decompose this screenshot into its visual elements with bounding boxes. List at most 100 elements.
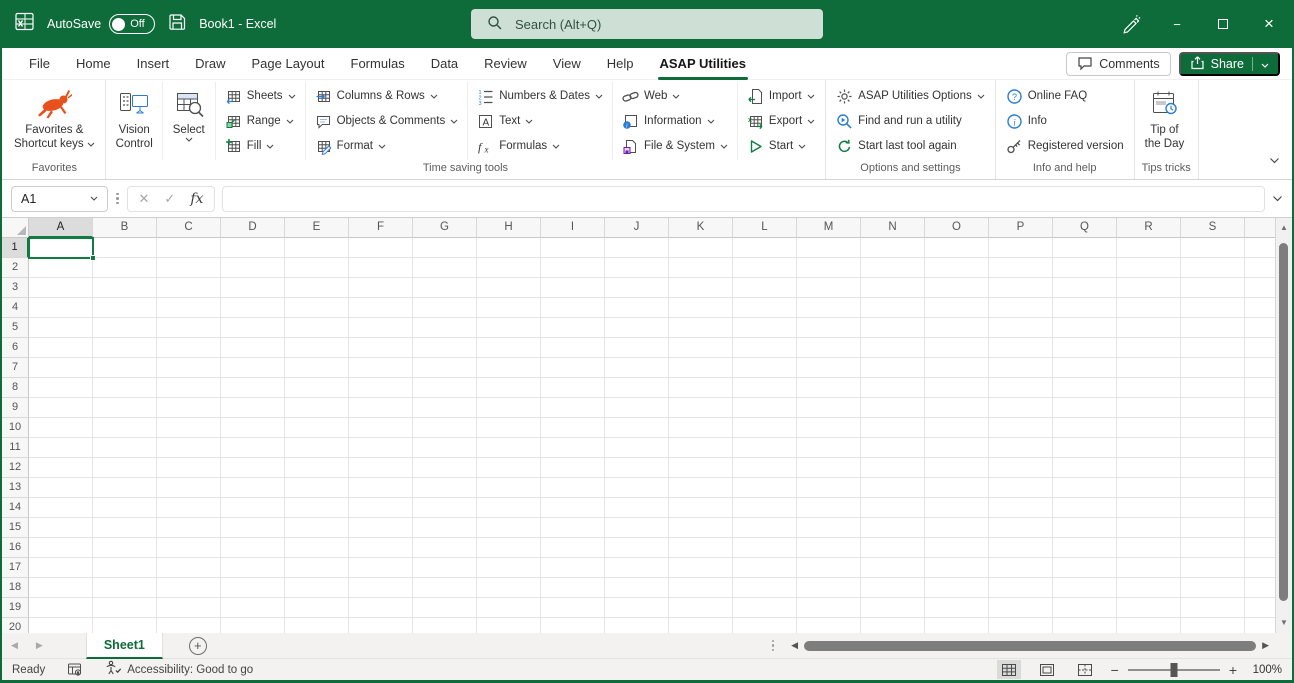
cell-o12[interactable]	[925, 458, 989, 478]
cell-m1[interactable]	[797, 238, 861, 258]
cell-o19[interactable]	[925, 598, 989, 618]
cell-g3[interactable]	[413, 278, 477, 298]
cell-f17[interactable]	[349, 558, 413, 578]
cell-b12[interactable]	[93, 458, 157, 478]
cell-l8[interactable]	[733, 378, 797, 398]
cell-e19[interactable]	[285, 598, 349, 618]
column-header-p[interactable]: P	[989, 218, 1053, 238]
zoom-in-icon[interactable]: +	[1229, 662, 1237, 678]
next-sheet-icon[interactable]: ▶	[27, 640, 52, 651]
sheet-tab-sheet1[interactable]: Sheet1	[86, 633, 163, 659]
cell-b5[interactable]	[93, 318, 157, 338]
cell-s6[interactable]	[1181, 338, 1245, 358]
cell-d9[interactable]	[221, 398, 285, 418]
cell-i18[interactable]	[541, 578, 605, 598]
cell-h5[interactable]	[477, 318, 541, 338]
cell-b14[interactable]	[93, 498, 157, 518]
cell-p11[interactable]	[989, 438, 1053, 458]
cell-r18[interactable]	[1117, 578, 1181, 598]
ribbon-item-fill[interactable]: Fill	[221, 134, 300, 159]
cell-n6[interactable]	[861, 338, 925, 358]
cell-k4[interactable]	[669, 298, 733, 318]
cell-p20[interactable]	[989, 618, 1053, 633]
cell-r9[interactable]	[1117, 398, 1181, 418]
cell-a11[interactable]	[29, 438, 93, 458]
cell-j15[interactable]	[605, 518, 669, 538]
autosave-toggle[interactable]: Off	[109, 14, 155, 34]
cell-l7[interactable]	[733, 358, 797, 378]
feedback-pen-icon[interactable]	[1108, 0, 1154, 48]
cell-g9[interactable]	[413, 398, 477, 418]
cell-l20[interactable]	[733, 618, 797, 633]
share-button[interactable]: Share	[1179, 52, 1280, 76]
cell-c4[interactable]	[157, 298, 221, 318]
cell-k17[interactable]	[669, 558, 733, 578]
cell-h20[interactable]	[477, 618, 541, 633]
cell-r15[interactable]	[1117, 518, 1181, 538]
column-header-e[interactable]: E	[285, 218, 349, 238]
cell-d18[interactable]	[221, 578, 285, 598]
cell-q13[interactable]	[1053, 478, 1117, 498]
cell-s7[interactable]	[1181, 358, 1245, 378]
ribbon-item-start[interactable]: Start	[743, 134, 819, 159]
tab-help[interactable]: Help	[594, 48, 647, 80]
ribbon-button-vision-control[interactable]: VisionControl	[112, 82, 157, 151]
cell-l15[interactable]	[733, 518, 797, 538]
cell-b1[interactable]	[93, 238, 157, 258]
cell-c20[interactable]	[157, 618, 221, 633]
cell-a3[interactable]	[29, 278, 93, 298]
cell-m14[interactable]	[797, 498, 861, 518]
cell-n1[interactable]	[861, 238, 925, 258]
scroll-down-icon[interactable]: ▼	[1280, 616, 1288, 630]
row-header-1[interactable]: 1	[2, 238, 29, 258]
cell-o6[interactable]	[925, 338, 989, 358]
row-header-19[interactable]: 19	[2, 598, 29, 618]
cell-q19[interactable]	[1053, 598, 1117, 618]
cell-m2[interactable]	[797, 258, 861, 278]
cell-j7[interactable]	[605, 358, 669, 378]
cell-l16[interactable]	[733, 538, 797, 558]
cell-l2[interactable]	[733, 258, 797, 278]
ribbon-item-information[interactable]: iInformation	[618, 109, 732, 134]
cell-s14[interactable]	[1181, 498, 1245, 518]
cell-h14[interactable]	[477, 498, 541, 518]
cell-f7[interactable]	[349, 358, 413, 378]
cell-m5[interactable]	[797, 318, 861, 338]
cell-f3[interactable]	[349, 278, 413, 298]
cell-o2[interactable]	[925, 258, 989, 278]
cell-n4[interactable]	[861, 298, 925, 318]
cell-d4[interactable]	[221, 298, 285, 318]
cell-g20[interactable]	[413, 618, 477, 633]
cell-s1[interactable]	[1181, 238, 1245, 258]
cell-i19[interactable]	[541, 598, 605, 618]
cell-f19[interactable]	[349, 598, 413, 618]
horizontal-scroll-thumb[interactable]	[804, 641, 1256, 651]
cell-n10[interactable]	[861, 418, 925, 438]
autosave-control[interactable]: AutoSave Off	[47, 14, 155, 34]
column-header-m[interactable]: M	[797, 218, 861, 238]
cell-partial-12[interactable]	[1245, 458, 1275, 478]
normal-view-button[interactable]	[997, 660, 1021, 679]
name-box[interactable]: A1	[11, 186, 108, 212]
cell-d11[interactable]	[221, 438, 285, 458]
cell-s10[interactable]	[1181, 418, 1245, 438]
row-header-9[interactable]: 9	[2, 398, 29, 418]
ribbon-item-objects-comments[interactable]: Objects & Comments	[311, 109, 463, 134]
row-header-14[interactable]: 14	[2, 498, 29, 518]
maximize-button[interactable]	[1200, 0, 1246, 48]
cell-b16[interactable]	[93, 538, 157, 558]
accessibility-status[interactable]: Accessibility: Good to go	[105, 660, 253, 679]
row-header-6[interactable]: 6	[2, 338, 29, 358]
cell-j3[interactable]	[605, 278, 669, 298]
cell-r7[interactable]	[1117, 358, 1181, 378]
cell-d17[interactable]	[221, 558, 285, 578]
tab-insert[interactable]: Insert	[124, 48, 183, 80]
cell-c17[interactable]	[157, 558, 221, 578]
cell-a20[interactable]	[29, 618, 93, 633]
cell-o1[interactable]	[925, 238, 989, 258]
cell-l9[interactable]	[733, 398, 797, 418]
cell-r16[interactable]	[1117, 538, 1181, 558]
column-header-f[interactable]: F	[349, 218, 413, 238]
cell-p12[interactable]	[989, 458, 1053, 478]
cell-k8[interactable]	[669, 378, 733, 398]
